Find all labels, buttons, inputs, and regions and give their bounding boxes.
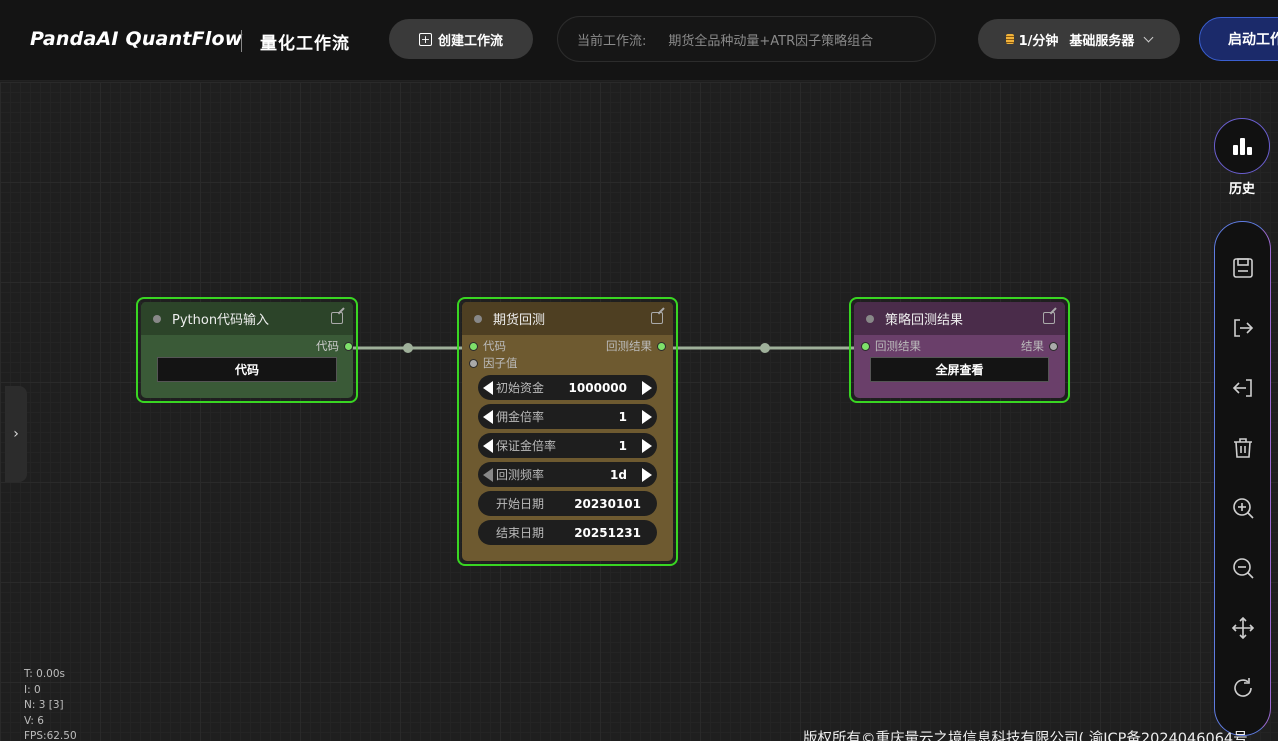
move-icon[interactable] <box>1231 616 1255 640</box>
port-label: 回测结果 <box>875 339 921 353</box>
zoom-in-icon[interactable] <box>1231 496 1255 520</box>
initial-capital-stepper[interactable]: 初始资金 1000000 <box>478 375 657 400</box>
param-label: 开始日期 <box>496 497 545 511</box>
history-label: 历史 <box>1228 182 1255 197</box>
port-dot[interactable] <box>470 342 477 350</box>
stat-time: T: 0.00s <box>24 668 65 680</box>
param-label: 保证金倍率 <box>496 439 557 453</box>
increment-arrow-icon[interactable] <box>642 381 652 395</box>
futures-backtest-node[interactable]: 期货回测 代码 回测结果 因子值 初始资金 1000000 佣金倍率 1 保证金… <box>457 297 678 566</box>
stat-v: V: 6 <box>24 714 44 727</box>
node-title[interactable]: Python代码输入 <box>141 302 353 335</box>
port-dot[interactable] <box>1050 342 1057 350</box>
start-date-field[interactable]: 开始日期 20230101 <box>478 491 657 516</box>
history-button[interactable] <box>1214 118 1270 174</box>
port-label: 因子值 <box>483 356 518 370</box>
port-label: 回测结果 <box>606 339 652 353</box>
export-icon[interactable] <box>1231 316 1255 340</box>
input-port[interactable]: 回测结果 <box>862 338 921 354</box>
commission-multiplier-stepper[interactable]: 佣金倍率 1 <box>478 404 657 429</box>
increment-arrow-icon[interactable] <box>642 468 652 482</box>
margin-multiplier-stepper[interactable]: 保证金倍率 1 <box>478 433 657 458</box>
edit-icon[interactable] <box>1043 312 1055 324</box>
param-value: 1000000 <box>568 380 627 395</box>
decrement-arrow-icon[interactable] <box>483 439 493 453</box>
save-icon[interactable] <box>1231 256 1255 280</box>
copyright-footer: 版权所有©重庆量云之境信息科技有限公司( 渝ICP备2024046064号 <box>803 731 1248 741</box>
edit-icon[interactable] <box>331 312 343 324</box>
param-label: 回测频率 <box>496 468 545 482</box>
trash-icon[interactable] <box>1231 436 1255 460</box>
link-midpoint[interactable] <box>760 343 770 353</box>
app-root: PandaAI QuantFlow 量化工作流 + 创建工作流 当前工作流: 期… <box>0 0 1278 741</box>
port-label: 代码 <box>316 339 339 353</box>
python-code-node[interactable]: Python代码输入 代码 代码 <box>136 297 358 403</box>
end-date-field[interactable]: 结束日期 20251231 <box>478 520 657 545</box>
param-value: 20230101 <box>574 496 641 511</box>
param-value: 1 <box>618 409 627 424</box>
strategy-result-node[interactable]: 策略回测结果 回测结果 结果 全屏查看 <box>849 297 1070 403</box>
port-dot[interactable] <box>658 342 665 350</box>
refresh-icon[interactable] <box>1231 676 1255 700</box>
param-label: 佣金倍率 <box>496 410 545 424</box>
link-midpoint[interactable] <box>403 343 413 353</box>
node-title-label: 期货回测 <box>493 313 546 328</box>
import-icon[interactable] <box>1231 376 1255 400</box>
param-label: 初始资金 <box>496 381 545 395</box>
bar-chart-icon <box>1233 138 1252 155</box>
decrement-arrow-icon[interactable] <box>483 381 493 395</box>
decrement-arrow-icon[interactable] <box>483 410 493 424</box>
output-port[interactable]: 回测结果 <box>606 338 665 354</box>
input-port[interactable]: 因子值 <box>470 355 518 371</box>
port-dot[interactable] <box>862 342 869 350</box>
code-button[interactable]: 代码 <box>157 357 337 382</box>
port-row: 代码 回测结果 <box>462 335 673 355</box>
node-title-label: 策略回测结果 <box>885 313 964 328</box>
node-status-dot <box>474 314 482 323</box>
backtest-frequency-select[interactable]: 回测频率 1d <box>478 462 657 487</box>
decrement-arrow-icon[interactable] <box>483 468 493 482</box>
param-label: 结束日期 <box>496 526 545 540</box>
port-row: 回测结果 结果 <box>854 335 1065 355</box>
canvas-toolbar <box>1214 221 1271 736</box>
output-port[interactable]: 结果 <box>1021 338 1057 354</box>
param-value: 1 <box>618 438 627 453</box>
port-label: 结果 <box>1021 339 1044 353</box>
stat-i: I: 0 <box>24 683 41 696</box>
increment-arrow-icon[interactable] <box>642 439 652 453</box>
node-title[interactable]: 期货回测 <box>462 302 673 335</box>
fullscreen-view-button[interactable]: 全屏查看 <box>870 357 1049 382</box>
output-port[interactable]: 代码 <box>316 338 352 354</box>
param-value: 1d <box>610 467 627 482</box>
node-title-label: Python代码输入 <box>172 313 270 328</box>
node-status-dot <box>866 314 874 323</box>
param-value: 20251231 <box>574 525 641 540</box>
input-port[interactable]: 代码 <box>470 338 506 354</box>
node-title[interactable]: 策略回测结果 <box>854 302 1065 335</box>
port-label: 代码 <box>483 339 506 353</box>
stat-fps: FPS:62.50 <box>24 730 77 741</box>
edit-icon[interactable] <box>651 312 663 324</box>
zoom-out-icon[interactable] <box>1231 556 1255 580</box>
node-status-dot <box>153 314 161 323</box>
port-dot[interactable] <box>345 342 352 350</box>
port-row: 代码 <box>141 335 353 355</box>
render-stats: T: 0.00s I: 0 N: 3 [3] V: 6 FPS:62.50 <box>24 667 77 741</box>
stat-nodes: N: 3 [3] <box>24 699 64 711</box>
port-row: 因子值 <box>462 355 673 373</box>
port-dot[interactable] <box>470 359 477 367</box>
increment-arrow-icon[interactable] <box>642 410 652 424</box>
